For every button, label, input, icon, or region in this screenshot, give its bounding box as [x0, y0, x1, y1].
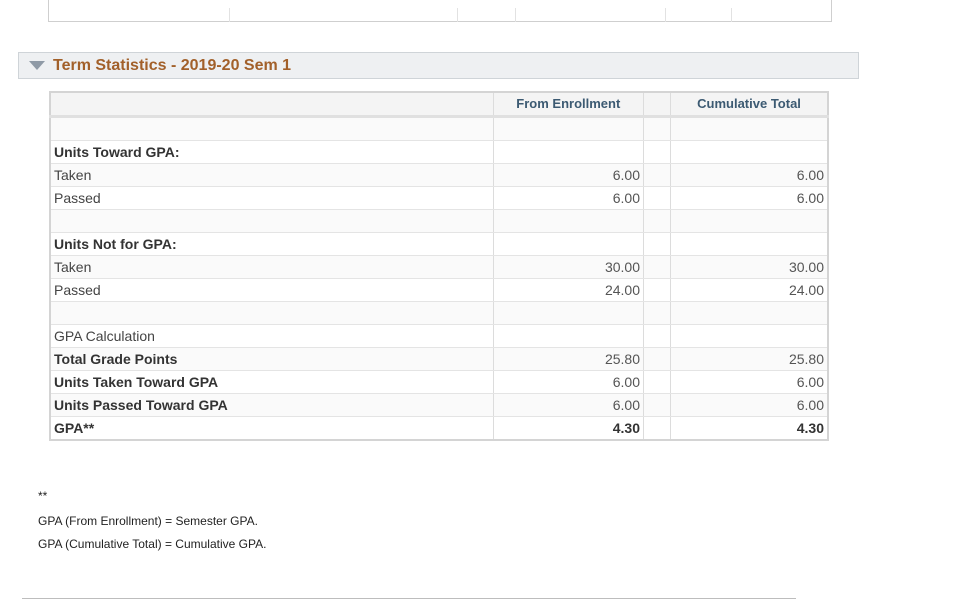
table-row: Taken 30.00 30.00 — [49, 255, 829, 279]
cumulative-total-value: 6.00 — [670, 370, 829, 394]
spacer-cell — [642, 347, 672, 371]
from-enrollment-value: 6.00 — [492, 393, 645, 417]
section-title: Term Statistics - 2019-20 Sem 1 — [53, 57, 292, 74]
spacer-cell — [642, 116, 672, 141]
row-label — [49, 301, 494, 325]
spacer-cell — [642, 370, 672, 394]
row-label: GPA Calculation — [49, 324, 494, 348]
table-row: Units Passed Toward GPA 6.00 6.00 — [49, 393, 829, 417]
column-header-label — [49, 91, 494, 118]
from-enrollment-value — [492, 324, 645, 348]
term-statistics-section-header[interactable]: Term Statistics - 2019-20 Sem 1 — [18, 52, 859, 79]
spacer-cell — [642, 255, 672, 279]
cumulative-total-value — [670, 232, 829, 256]
row-label: Units Not for GPA: — [49, 232, 494, 256]
spacer-cell — [642, 416, 672, 441]
from-enrollment-value — [492, 232, 645, 256]
from-enrollment-value: 25.80 — [492, 347, 645, 371]
column-header-spacer — [642, 91, 672, 118]
spacer-cell — [642, 278, 672, 302]
spacer-cell — [642, 186, 672, 210]
from-enrollment-value — [492, 116, 645, 141]
cumulative-total-value: 6.00 — [670, 163, 829, 187]
row-label: Units Toward GPA: — [49, 140, 494, 164]
from-enrollment-value: 6.00 — [492, 163, 645, 187]
table-row — [49, 209, 829, 233]
from-enrollment-value: 4.30 — [492, 416, 645, 441]
cumulative-total-value — [670, 324, 829, 348]
from-enrollment-value — [492, 209, 645, 233]
column-header-cumulative-total: Cumulative Total — [670, 91, 829, 118]
table-row: Units Taken Toward GPA 6.00 6.00 — [49, 370, 829, 394]
spacer-cell — [642, 324, 672, 348]
table-row: Units Toward GPA: — [49, 140, 829, 164]
spacer-cell — [642, 232, 672, 256]
table-row: Passed 24.00 24.00 — [49, 278, 829, 302]
row-label: Total Grade Points — [49, 347, 494, 371]
row-label — [49, 209, 494, 233]
collapse-triangle-icon[interactable] — [29, 61, 45, 70]
table-row — [49, 301, 829, 325]
table-row: GPA** 4.30 4.30 — [49, 416, 829, 441]
table-row: Total Grade Points 25.80 25.80 — [49, 347, 829, 371]
footnote-semester-gpa: GPA (From Enrollment) = Semester GPA. — [38, 514, 258, 528]
row-label: Passed — [49, 186, 494, 210]
footnote-cumulative-gpa: GPA (Cumulative Total) = Cumulative GPA. — [38, 537, 267, 551]
from-enrollment-value — [492, 140, 645, 164]
footnote-marker: ** — [38, 489, 48, 503]
cumulative-total-value — [670, 301, 829, 325]
table-row: GPA Calculation — [49, 324, 829, 348]
row-label: Units Passed Toward GPA — [49, 393, 494, 417]
column-header-from-enrollment: From Enrollment — [492, 91, 645, 118]
from-enrollment-value: 30.00 — [492, 255, 645, 279]
spacer-cell — [642, 393, 672, 417]
bottom-divider — [22, 598, 796, 599]
term-statistics-table: From Enrollment Cumulative Total Units T… — [49, 91, 829, 441]
from-enrollment-value: 24.00 — [492, 278, 645, 302]
row-label: Units Taken Toward GPA — [49, 370, 494, 394]
spacer-cell — [642, 301, 672, 325]
from-enrollment-value: 6.00 — [492, 370, 645, 394]
cumulative-total-value: 6.00 — [670, 186, 829, 210]
cumulative-total-value — [670, 209, 829, 233]
table-row: Units Not for GPA: — [49, 232, 829, 256]
from-enrollment-value — [492, 301, 645, 325]
table-header-row: From Enrollment Cumulative Total — [49, 91, 829, 118]
cumulative-total-value: 30.00 — [670, 255, 829, 279]
row-label — [49, 116, 494, 141]
spacer-cell — [642, 140, 672, 164]
row-label: Passed — [49, 278, 494, 302]
spacer-cell — [642, 163, 672, 187]
row-label: Taken — [49, 255, 494, 279]
table-row: Passed 6.00 6.00 — [49, 186, 829, 210]
table-row — [49, 116, 829, 141]
previous-section-bottom-edge — [48, 0, 832, 22]
from-enrollment-value: 6.00 — [492, 186, 645, 210]
cumulative-total-value: 6.00 — [670, 393, 829, 417]
table-row: Taken 6.00 6.00 — [49, 163, 829, 187]
cumulative-total-value — [670, 116, 829, 141]
cumulative-total-value — [670, 140, 829, 164]
cumulative-total-value: 4.30 — [670, 416, 829, 441]
table-body: Units Toward GPA: Taken 6.00 6.00 Passed 6.00… — [49, 116, 829, 441]
cumulative-total-value: 25.80 — [670, 347, 829, 371]
spacer-cell — [642, 209, 672, 233]
cumulative-total-value: 24.00 — [670, 278, 829, 302]
row-label: Taken — [49, 163, 494, 187]
row-label: GPA** — [49, 416, 494, 441]
